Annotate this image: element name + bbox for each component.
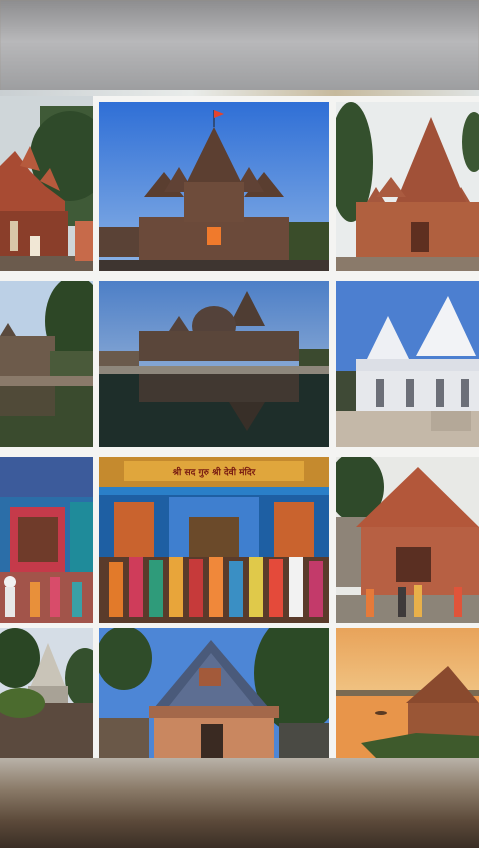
temple-photo-1[interactable] (0, 96, 93, 271)
blurred-bottom-background (0, 758, 479, 848)
blurred-top-background (0, 0, 479, 92)
temple-photo-3[interactable] (336, 102, 479, 271)
temple-signboard: श्री सद गुरु श्री देवी मंदिर (172, 467, 256, 478)
temple-photo-5[interactable] (99, 281, 329, 447)
temple-photo-2[interactable] (99, 102, 329, 271)
photo-grid: श्री सद गुरु श्री देवी मंदिर (0, 96, 479, 758)
temple-photo-4[interactable] (0, 281, 93, 447)
temple-photo-10[interactable] (0, 628, 93, 758)
temple-photo-12[interactable] (336, 628, 479, 758)
temple-photo-7[interactable] (0, 457, 93, 623)
temple-photo-9[interactable] (336, 457, 479, 623)
temple-photo-11[interactable] (99, 628, 329, 758)
temple-photo-8[interactable]: श्री सद गुरु श्री देवी मंदिर (99, 457, 329, 623)
temple-photo-6[interactable] (336, 281, 479, 447)
